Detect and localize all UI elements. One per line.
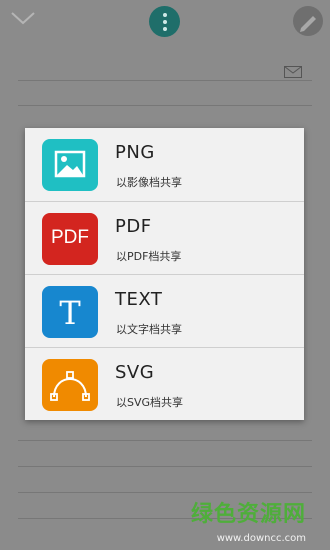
pencil-icon [300, 16, 316, 32]
share-option-png[interactable]: PNG 以影像档共享 [25, 128, 304, 201]
more-menu-button[interactable] [149, 6, 180, 37]
note-line [18, 440, 312, 441]
vector-path-icon [42, 359, 98, 411]
watermark-url: www.downcc.com [216, 533, 306, 544]
share-option-subtitle: 以PDF档共享 [116, 250, 182, 263]
share-option-title: SVG [115, 362, 155, 383]
note-line [18, 105, 312, 106]
share-option-subtitle: 以文字档共享 [116, 323, 182, 336]
note-line [18, 80, 312, 81]
mail-icon[interactable] [284, 66, 302, 78]
share-option-subtitle: 以影像档共享 [116, 176, 182, 189]
share-option-pdf[interactable]: PDF PDF 以PDF档共享 [25, 201, 304, 275]
pdf-icon: PDF [42, 213, 98, 265]
top-toolbar [0, 0, 330, 40]
chevron-down-icon[interactable] [10, 8, 36, 28]
share-option-subtitle: 以SVG档共享 [116, 396, 184, 409]
share-option-title: TEXT [115, 289, 163, 310]
text-icon: T [42, 286, 98, 338]
text-icon-label: T [59, 294, 81, 332]
share-option-text[interactable]: T TEXT 以文字档共享 [25, 274, 304, 348]
image-icon [42, 139, 98, 191]
note-line [18, 492, 312, 493]
watermark-logo: 绿色资源网 [190, 502, 306, 527]
share-dialog: PNG 以影像档共享 PDF PDF 以PDF档共享 T TEXT 以文字档共享… [25, 128, 304, 420]
share-option-title: PNG [115, 142, 155, 163]
share-option-svg[interactable]: SVG 以SVG档共享 [25, 347, 304, 421]
share-option-title: PDF [115, 216, 152, 237]
pdf-icon-label: PDF [51, 227, 89, 248]
pencil-button[interactable] [293, 6, 323, 36]
note-line [18, 466, 312, 467]
